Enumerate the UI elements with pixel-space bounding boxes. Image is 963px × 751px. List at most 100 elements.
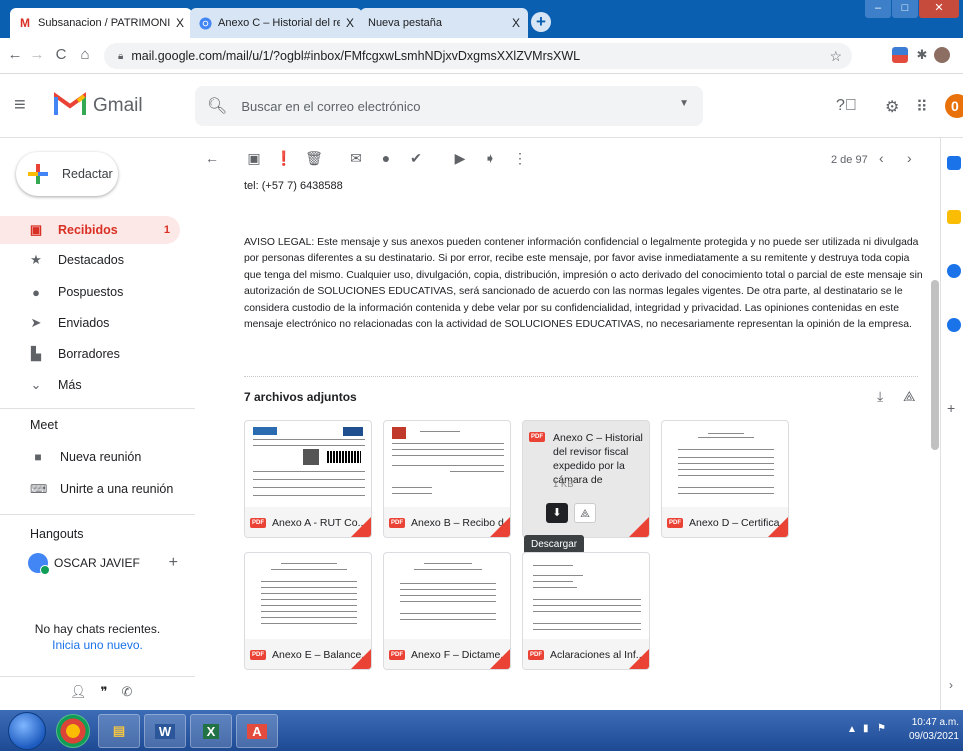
- tab-anexo-c[interactable]: Anexo C – Historial del revisor fis X: [190, 8, 362, 38]
- save-to-drive-icon[interactable]: ⟁: [903, 388, 916, 405]
- menu-icon[interactable]: ≡: [14, 94, 26, 117]
- pdf-icon: PDF: [389, 650, 405, 660]
- tab-close-icon[interactable]: X: [512, 16, 520, 30]
- attachment-card[interactable]: PDF Anexo F – Dictame...: [383, 552, 511, 670]
- download-icon[interactable]: ⬇: [546, 503, 568, 523]
- attachment-card[interactable]: PDF Anexo B – Recibo d...: [383, 420, 511, 538]
- url-bar[interactable]: 🔒︎ mail.google.com/mail/u/1/?ogbl#inbox/…: [104, 43, 852, 69]
- acrobat-taskbar-icon[interactable]: A: [236, 714, 278, 748]
- sidebar-item-drafts[interactable]: ▙ Borradores: [0, 340, 180, 368]
- maximize-icon[interactable]: □: [892, 0, 918, 18]
- attachment-card[interactable]: PDF Anexo A - RUT Co...: [244, 420, 372, 538]
- clock-date: 09/03/2021: [908, 731, 959, 742]
- compose-plus-icon: [28, 164, 48, 184]
- keep-icon[interactable]: [947, 210, 961, 224]
- newer-chevron-left-icon[interactable]: ‹: [879, 150, 884, 166]
- expand-panel-chevron-icon[interactable]: ›: [949, 678, 953, 692]
- attachment-card[interactable]: PDF Anexo E – Balance...: [244, 552, 372, 670]
- search-bar[interactable]: 🔍︎ Buscar en el correo electrónico ▼: [195, 86, 703, 126]
- back-to-inbox-icon[interactable]: ←: [203, 150, 221, 166]
- gmail-logo-icon[interactable]: [54, 91, 86, 117]
- home-icon[interactable]: ⌂: [76, 46, 94, 63]
- tab-gmail[interactable]: M Subsanacion / PATRIMONIO AUT X: [10, 8, 192, 38]
- sidebar-item-snoozed[interactable]: ● Pospuestos: [0, 278, 180, 306]
- sidebar-item-label: Más: [58, 378, 82, 392]
- compose-button[interactable]: Redactar: [16, 152, 118, 196]
- account-avatar[interactable]: 0: [945, 94, 963, 118]
- puzzle-extensions-icon[interactable]: ✱: [914, 47, 930, 63]
- contacts-icon[interactable]: [947, 318, 961, 332]
- attachment-thumbnail: [390, 557, 506, 639]
- extension-icon[interactable]: [892, 47, 908, 63]
- pdf-icon: PDF: [667, 518, 683, 528]
- meet-join-meeting[interactable]: ⌨ Unirte a una reunión: [30, 482, 173, 496]
- attachment-corner: [629, 517, 649, 537]
- apps-grid-icon[interactable]: ⠿: [916, 97, 928, 117]
- hangouts-user[interactable]: OSCAR JAVIEF +: [28, 553, 178, 575]
- user-avatar: [28, 553, 50, 575]
- add-addon-plus-icon[interactable]: +: [947, 400, 955, 416]
- windows-taskbar: ▤ W X A ▲ ▮ ⚑ 10:47 a.m. 09/03/2021: [0, 710, 963, 751]
- clock[interactable]: 10:47 a.m. 09/03/2021: [909, 716, 959, 744]
- new-tab-plus-icon[interactable]: +: [531, 12, 551, 32]
- excel-taskbar-icon[interactable]: X: [190, 714, 232, 748]
- mark-unread-icon[interactable]: ✉: [347, 150, 365, 167]
- tasks-icon[interactable]: [947, 264, 961, 278]
- profile-avatar[interactable]: [934, 47, 950, 63]
- sidebar-item-more[interactable]: ⌄ Más: [0, 371, 180, 399]
- sidebar-item-sent[interactable]: ➤ Enviados: [0, 309, 180, 337]
- window-close-icon[interactable]: ✕: [919, 0, 959, 18]
- tray-arrow-icon[interactable]: ▲: [847, 724, 857, 735]
- gmail-title: Gmail: [93, 95, 143, 116]
- attachment-card-hovered[interactable]: PDF Anexo C – Historial del revisor fisc…: [522, 420, 650, 538]
- network-icon[interactable]: ▮: [863, 723, 869, 734]
- sidebar-item-starred[interactable]: ★ Destacados: [0, 246, 180, 274]
- more-vert-icon[interactable]: ⋮: [511, 150, 529, 167]
- start-new-chat-link[interactable]: Inicia uno nuevo.: [0, 638, 195, 652]
- content-scrollbar[interactable]: [931, 280, 939, 450]
- person-icon[interactable]: 👤︎: [70, 684, 87, 700]
- help-icon[interactable]: ?⃝: [836, 97, 857, 115]
- report-spam-icon[interactable]: ❗: [275, 150, 293, 167]
- flag-icon[interactable]: ⚑: [877, 723, 886, 734]
- word-taskbar-icon[interactable]: W: [144, 714, 186, 748]
- chrome-taskbar-icon[interactable]: [56, 714, 90, 748]
- bookmark-star-icon[interactable]: ☆: [829, 48, 842, 65]
- attachment-corner: [629, 649, 649, 669]
- sidebar-divider: [0, 676, 195, 677]
- download-all-icon[interactable]: ⤓: [877, 388, 883, 405]
- add-chat-plus-icon[interactable]: +: [169, 554, 178, 572]
- attachment-card[interactable]: PDF Aclaraciones al Inf...: [522, 552, 650, 670]
- archive-icon[interactable]: ▣: [245, 150, 263, 167]
- tab-close-icon[interactable]: X: [176, 16, 184, 30]
- add-task-icon[interactable]: ✔: [407, 150, 425, 167]
- phone-icon[interactable]: ✆: [122, 684, 133, 700]
- delete-trash-icon[interactable]: 🗑︎: [305, 150, 323, 167]
- search-input[interactable]: Buscar en el correo electrónico: [241, 99, 420, 114]
- tab-new[interactable]: Nueva pestaña X: [360, 8, 528, 38]
- minimize-icon[interactable]: –: [865, 0, 891, 18]
- drive-add-icon[interactable]: ⟁: [574, 503, 596, 523]
- forward-arrow-icon[interactable]: →: [28, 46, 46, 63]
- clock-icon: ●: [32, 284, 40, 300]
- sidebar-item-inbox[interactable]: ▣ Recibidos 1: [0, 216, 180, 244]
- search-options-icon[interactable]: ▼: [679, 98, 689, 109]
- settings-gear-icon[interactable]: ⚙: [885, 97, 899, 117]
- move-to-icon[interactable]: ▶: [451, 150, 469, 167]
- send-icon: ➤: [30, 315, 42, 330]
- calendar-icon[interactable]: [947, 156, 961, 170]
- label-icon[interactable]: ➧: [481, 150, 499, 167]
- meet-new-meeting[interactable]: ■ Nueva reunión: [30, 450, 141, 464]
- search-icon[interactable]: 🔍︎: [207, 96, 227, 116]
- older-chevron-right-icon[interactable]: ›: [907, 150, 912, 166]
- hangouts-quote-icon[interactable]: ❞: [101, 684, 108, 700]
- snooze-clock-icon[interactable]: ●: [377, 150, 395, 166]
- no-chats-text: No hay chats recientes.: [34, 622, 161, 636]
- start-button[interactable]: [8, 712, 46, 750]
- attachment-card[interactable]: PDF Anexo D – Certifica...: [661, 420, 789, 538]
- sidebar-item-label: Destacados: [58, 253, 125, 267]
- tab-close-icon[interactable]: X: [346, 16, 354, 30]
- back-arrow-icon[interactable]: ←: [6, 46, 24, 63]
- file-explorer-taskbar-icon[interactable]: ▤: [98, 714, 140, 748]
- reload-icon[interactable]: C: [52, 46, 70, 63]
